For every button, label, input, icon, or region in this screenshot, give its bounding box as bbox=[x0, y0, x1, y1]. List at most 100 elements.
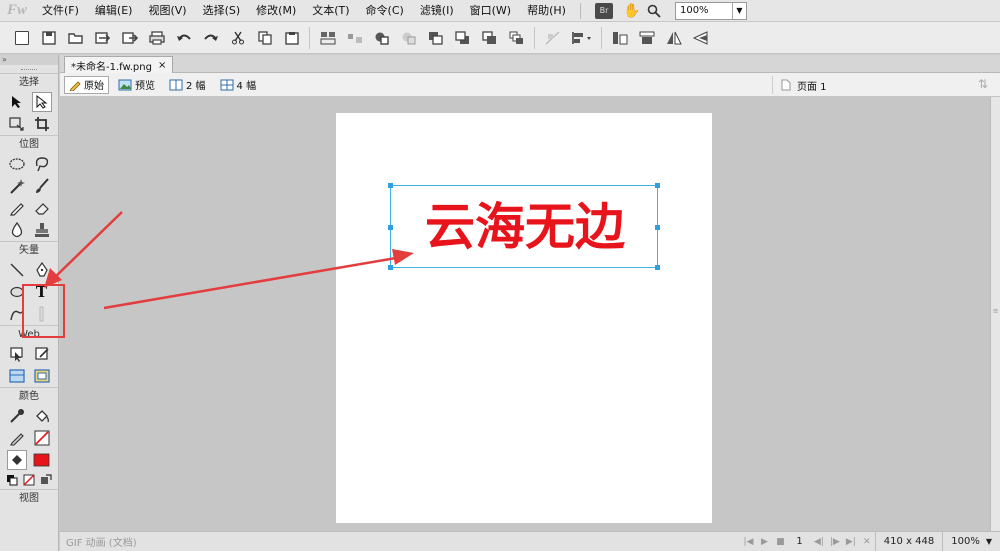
import-button[interactable] bbox=[92, 27, 114, 49]
swap-colors-icon[interactable] bbox=[37, 473, 54, 487]
close-icon[interactable]: × bbox=[158, 60, 166, 71]
canvas-area[interactable]: 云海无边 bbox=[60, 97, 990, 531]
handle-top-right[interactable] bbox=[655, 183, 660, 188]
status-zoom-select[interactable]: 100% ▼ bbox=[942, 531, 1000, 551]
tools-grip[interactable] bbox=[0, 65, 58, 73]
stop-icon[interactable]: ■ bbox=[772, 537, 788, 547]
status-bar: GIF 动画 (文档) |◀ ▶ ■ 1 ◀| |▶ ▶| ✕ 410 x 44… bbox=[60, 531, 1000, 551]
lasso-tool-icon[interactable] bbox=[32, 154, 52, 174]
four-up-view-button[interactable]: 4 幅 bbox=[215, 76, 262, 94]
slice-tool-icon[interactable] bbox=[32, 344, 52, 364]
subselect-tool-icon[interactable] bbox=[31, 92, 52, 112]
menu-select[interactable]: 选择(S) bbox=[195, 0, 249, 22]
fill-swatch[interactable] bbox=[32, 450, 52, 470]
status-zoom-value: 100% bbox=[951, 536, 980, 547]
pen-tool-icon[interactable] bbox=[32, 260, 52, 280]
menu-help[interactable]: 帮助(H) bbox=[519, 0, 574, 22]
magic-wand-icon[interactable] bbox=[7, 176, 27, 196]
menu-view[interactable]: 视图(V) bbox=[140, 0, 194, 22]
last-frame-icon[interactable]: ▶| bbox=[843, 537, 859, 547]
hide-slices-icon[interactable] bbox=[7, 366, 27, 386]
original-view-button[interactable]: 原始 bbox=[64, 75, 109, 94]
fill-color-icon[interactable] bbox=[6, 450, 27, 470]
document-tab[interactable]: *未命名-1.fw.png × bbox=[64, 56, 174, 73]
scale-tool-icon[interactable] bbox=[7, 114, 27, 134]
eraser-tool-icon[interactable] bbox=[32, 198, 52, 218]
hand-icon[interactable]: ✋ bbox=[621, 0, 643, 22]
copy-icon[interactable] bbox=[254, 27, 276, 49]
line-tool-icon[interactable] bbox=[7, 260, 27, 280]
bring-forward-icon[interactable] bbox=[452, 27, 474, 49]
blur-tool-icon[interactable] bbox=[7, 220, 27, 240]
marquee-tool-icon[interactable] bbox=[7, 154, 27, 174]
rotate-right-icon[interactable] bbox=[636, 27, 658, 49]
previous-frame-icon[interactable]: ◀| bbox=[811, 537, 827, 547]
default-colors-icon[interactable] bbox=[4, 473, 21, 487]
vertical-scrollbar[interactable]: ≡ bbox=[990, 97, 1000, 531]
no-color-icon[interactable] bbox=[21, 473, 38, 487]
paste-icon[interactable] bbox=[281, 27, 303, 49]
preview-view-button[interactable]: 预览 bbox=[113, 76, 160, 94]
bring-front-icon[interactable] bbox=[425, 27, 447, 49]
pencil-icon bbox=[69, 80, 81, 91]
play-icon[interactable]: ▶ bbox=[756, 537, 772, 547]
tools-collapse-icon[interactable]: » bbox=[0, 55, 58, 65]
document-canvas[interactable]: 云海无边 bbox=[336, 113, 712, 523]
stroke-swatch[interactable] bbox=[32, 428, 52, 448]
send-back-icon[interactable] bbox=[506, 27, 528, 49]
eyedropper-tool-icon[interactable] bbox=[7, 406, 27, 426]
handle-top-left[interactable] bbox=[388, 183, 393, 188]
menu-edit[interactable]: 编辑(E) bbox=[87, 0, 141, 22]
menu-file[interactable]: 文件(F) bbox=[34, 0, 87, 22]
menu-commands[interactable]: 命令(C) bbox=[358, 0, 412, 22]
hotspot-tool-icon[interactable] bbox=[7, 344, 27, 364]
undo-icon[interactable] bbox=[173, 27, 195, 49]
pointer-tool-icon[interactable] bbox=[7, 92, 27, 112]
handle-middle-left[interactable] bbox=[388, 225, 393, 230]
align-grid-icon[interactable] bbox=[542, 27, 564, 49]
next-frame-icon[interactable]: |▶ bbox=[827, 537, 843, 547]
redo-icon[interactable] bbox=[200, 27, 222, 49]
bridge-button[interactable]: Br bbox=[594, 2, 613, 19]
stamp-tool-icon[interactable] bbox=[32, 220, 52, 240]
paint-bucket-icon[interactable] bbox=[32, 406, 52, 426]
export-button[interactable] bbox=[119, 27, 141, 49]
combine-icon[interactable] bbox=[371, 27, 393, 49]
save-button[interactable] bbox=[38, 27, 60, 49]
menu-window[interactable]: 窗口(W) bbox=[462, 0, 519, 22]
page-select[interactable]: 页面 1 ▼ bbox=[772, 76, 1000, 94]
cut-icon[interactable] bbox=[227, 27, 249, 49]
exit-animation-icon[interactable]: ✕ bbox=[859, 537, 875, 547]
show-slices-icon[interactable] bbox=[32, 366, 52, 386]
stroke-color-icon[interactable] bbox=[7, 428, 27, 448]
open-button[interactable] bbox=[65, 27, 87, 49]
handle-bottom-left[interactable] bbox=[388, 265, 393, 270]
zoom-icon[interactable] bbox=[643, 0, 665, 22]
menu-filters[interactable]: 滤镜(I) bbox=[412, 0, 462, 22]
scrollbar-thumb[interactable]: ≡ bbox=[992, 307, 999, 321]
zoom-select[interactable]: 100% ▼ bbox=[674, 1, 747, 20]
ungroup-icon[interactable] bbox=[344, 27, 366, 49]
rotate-left-icon[interactable] bbox=[609, 27, 631, 49]
group-icon[interactable] bbox=[317, 27, 339, 49]
new-file-button[interactable] bbox=[11, 27, 33, 49]
first-frame-icon[interactable]: |◀ bbox=[740, 537, 756, 547]
split-icon[interactable] bbox=[398, 27, 420, 49]
print-button[interactable] bbox=[146, 27, 168, 49]
menu-text[interactable]: 文本(T) bbox=[304, 0, 357, 22]
highlight-box bbox=[22, 284, 65, 338]
two-up-view-button[interactable]: 2 幅 bbox=[164, 76, 211, 94]
page-options-icon[interactable]: ⇅ bbox=[978, 77, 994, 93]
handle-bottom-right[interactable] bbox=[655, 265, 660, 270]
pencil-tool-icon[interactable] bbox=[7, 198, 27, 218]
send-backward-icon[interactable] bbox=[479, 27, 501, 49]
align-icon[interactable] bbox=[569, 27, 595, 49]
flip-vertical-icon[interactable] bbox=[690, 27, 712, 49]
crop-tool-icon[interactable] bbox=[32, 114, 52, 134]
document-tab-strip: *未命名-1.fw.png × bbox=[60, 55, 1000, 73]
text-object[interactable]: 云海无边 bbox=[388, 183, 660, 270]
handle-middle-right[interactable] bbox=[655, 225, 660, 230]
menu-modify[interactable]: 修改(M) bbox=[248, 0, 304, 22]
brush-tool-icon[interactable] bbox=[32, 176, 52, 196]
flip-horizontal-icon[interactable] bbox=[663, 27, 685, 49]
